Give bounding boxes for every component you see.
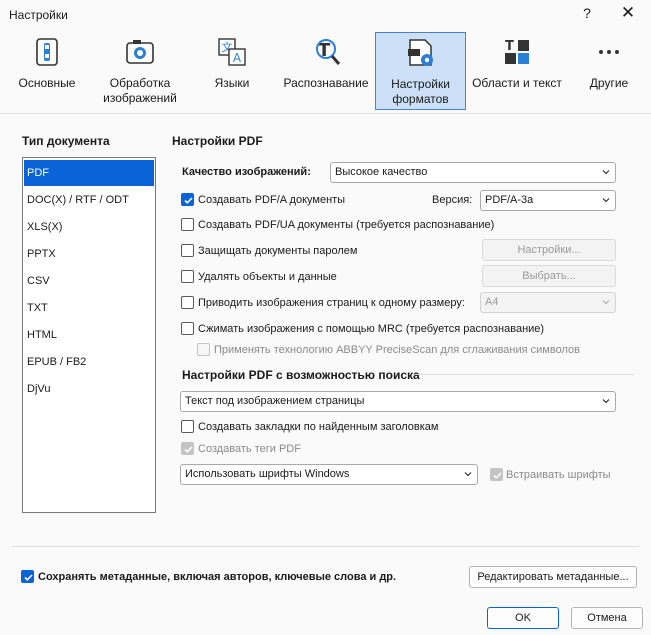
document-type-list[interactable]: PDF DOC(X) / RTF / ODT XLS(X) PPTX CSV T… — [22, 157, 156, 513]
more-icon — [599, 50, 619, 54]
chevron-down-icon — [602, 170, 610, 175]
list-item-djvu[interactable]: DjVu — [24, 376, 154, 402]
text-layer-select[interactable]: Текст под изображением страницы — [180, 391, 616, 412]
image-quality-value: Высокое качество — [335, 166, 428, 178]
bookmarks-label: Создавать закладки по найденным заголовк… — [198, 421, 439, 433]
section-divider — [416, 374, 634, 375]
pdfa-label: Создавать PDF/A документы — [198, 194, 346, 206]
version-value: PDF/A-3a — [485, 194, 534, 206]
chevron-down-icon — [602, 399, 610, 404]
check-icon — [493, 472, 502, 479]
version-select[interactable]: PDF/A-3a — [480, 190, 616, 211]
bookmarks-checkbox[interactable] — [181, 420, 194, 433]
pdfua-label: Создавать PDF/UA документы (требуется ра… — [198, 219, 495, 231]
list-item-xls[interactable]: XLS(X) — [24, 214, 154, 240]
resize-pages-label: Приводить изображения страниц к одному р… — [198, 297, 465, 309]
page-size-select[interactable]: A4 — [480, 292, 616, 313]
image-quality-label: Качество изображений: — [182, 166, 311, 178]
svg-text:A: A — [233, 51, 242, 65]
toolbar-divider — [0, 113, 651, 114]
mrc-label: Сжимать изображения с помощью MRC (требу… — [198, 323, 545, 335]
tab-format-settings[interactable]: Настройки форматов — [375, 32, 466, 110]
pdfua-checkbox[interactable] — [181, 218, 194, 231]
tab-image-processing[interactable]: Обработка изображений — [94, 32, 186, 110]
camera-icon — [126, 40, 154, 64]
tab-languages[interactable]: 文A Языки — [196, 32, 268, 110]
tab-other[interactable]: Другие — [576, 32, 642, 110]
searchable-pdf-heading: Настройки PDF с возможностью поиска — [182, 368, 420, 382]
help-button[interactable]: ? — [579, 5, 595, 21]
remove-objects-button[interactable]: Выбрать... — [482, 265, 616, 287]
fonts-value: Использовать шрифты Windows — [185, 468, 350, 480]
recognition-icon: T — [316, 39, 341, 65]
tab-general[interactable]: Основные — [8, 32, 86, 110]
remove-objects-checkbox[interactable] — [181, 270, 194, 283]
check-icon — [24, 574, 33, 581]
tab-languages-label: Языки — [214, 76, 250, 90]
text-layer-value: Текст под изображением страницы — [185, 395, 365, 407]
list-item-pdf[interactable]: PDF — [24, 160, 154, 186]
tab-areas-text-label: Области и текст — [472, 76, 562, 90]
edit-metadata-button[interactable]: Редактировать метаданные... — [469, 566, 637, 588]
image-quality-select[interactable]: Высокое качество — [330, 162, 616, 183]
chevron-down-icon — [464, 472, 472, 477]
password-checkbox[interactable] — [181, 244, 194, 257]
settings-toolbar: Основные Обработка изображений 文A Языки … — [0, 30, 651, 112]
version-label: Версия: — [432, 194, 473, 206]
tab-areas-text[interactable]: T Области и текст — [470, 32, 564, 110]
pdf-tags-label: Создавать теги PDF — [198, 443, 301, 455]
resize-pages-checkbox[interactable] — [181, 296, 194, 309]
password-settings-button[interactable]: Настройки... — [482, 239, 616, 261]
fonts-select[interactable]: Использовать шрифты Windows — [180, 464, 478, 485]
ok-button[interactable]: OK — [487, 607, 559, 629]
title-bar: Настройки ? ✕ — [0, 0, 651, 30]
tab-general-label: Основные — [18, 76, 76, 90]
general-settings-icon — [36, 38, 58, 66]
pdf-tags-checkbox[interactable] — [181, 442, 194, 455]
list-item-csv[interactable]: CSV — [24, 268, 154, 294]
chevron-down-icon — [602, 198, 610, 203]
check-icon — [184, 446, 193, 453]
tab-other-label: Другие — [589, 76, 629, 90]
pdf-settings-heading: Настройки PDF — [172, 134, 263, 148]
list-item-txt[interactable]: TXT — [24, 295, 154, 321]
list-item-doc[interactable]: DOC(X) / RTF / ODT — [24, 187, 154, 213]
window-title: Настройки — [9, 8, 68, 22]
save-metadata-label: Сохранять метаданные, включая авторов, к… — [38, 571, 397, 583]
remove-objects-label: Удалять объекты и данные — [198, 271, 337, 283]
close-button[interactable]: ✕ — [619, 3, 637, 23]
tab-format-settings-label: Настройки форматов — [391, 77, 450, 106]
password-label: Защищать документы паролем — [198, 245, 358, 257]
footer-divider — [12, 546, 639, 547]
translate-icon: 文A — [218, 38, 246, 66]
format-settings-icon — [407, 39, 433, 66]
cancel-button[interactable]: Отмена — [571, 607, 643, 629]
tab-recognition[interactable]: T Распознавание — [280, 32, 372, 110]
areas-text-icon: T — [505, 39, 529, 64]
precisescan-checkbox[interactable] — [197, 343, 210, 356]
check-icon — [184, 197, 193, 204]
chevron-down-icon — [602, 300, 610, 305]
list-item-pptx[interactable]: PPTX — [24, 241, 154, 267]
pdfa-checkbox[interactable] — [181, 193, 194, 206]
list-item-epub[interactable]: EPUB / FB2 — [24, 349, 154, 375]
mrc-checkbox[interactable] — [181, 322, 194, 335]
embed-fonts-checkbox[interactable] — [490, 468, 503, 481]
page-size-value: A4 — [485, 296, 499, 308]
tab-recognition-label: Распознавание — [283, 76, 369, 90]
save-metadata-checkbox[interactable] — [21, 570, 34, 583]
tab-image-processing-label: Обработка изображений — [103, 76, 177, 105]
svg-text:T: T — [505, 39, 514, 54]
document-type-heading: Тип документа — [22, 134, 110, 148]
list-item-html[interactable]: HTML — [24, 322, 154, 348]
embed-fonts-label: Встраивать шрифты — [506, 469, 611, 481]
precisescan-label: Применять технологию ABBYY PreciseScan д… — [214, 344, 580, 356]
